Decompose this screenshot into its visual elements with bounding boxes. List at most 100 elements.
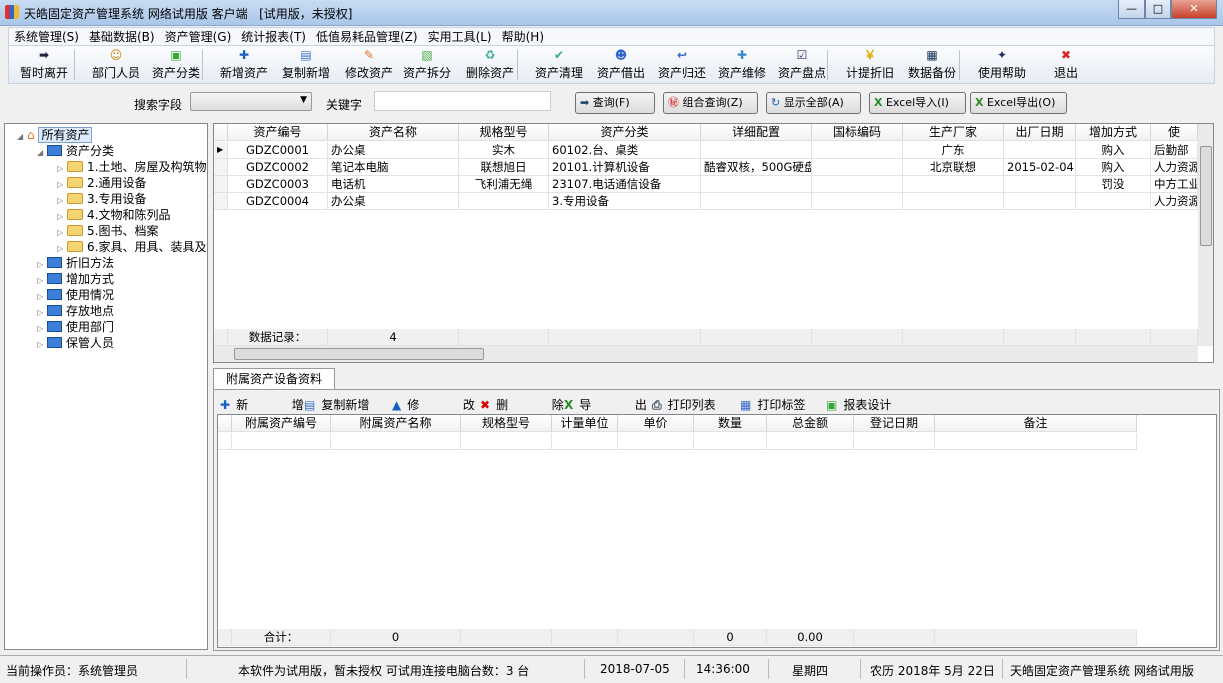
attached-action-report-design[interactable]: ▣ 报表设计 [826, 396, 891, 413]
close-icon: ✖ [1060, 48, 1072, 62]
card-icon [47, 337, 62, 348]
toolbar-separator [74, 50, 75, 80]
toolbar-button-edit[interactable]: ✎ 修改资产 [338, 48, 400, 81]
toolbar-button-money[interactable]: ￥ 计提折旧 [839, 48, 901, 81]
tree-node-category-child[interactable]: ▷ 1.土地、房屋及构筑物 [57, 159, 206, 175]
column-header[interactable]: 出厂日期 [1004, 124, 1076, 141]
status-lunar: 农历 2018年 5月 22日 [870, 664, 995, 678]
table-row[interactable]: ▶ GDZC0001 办公桌 实木 60102.台、桌类 广东 购入 后勤部 [214, 142, 1198, 159]
table-row-empty[interactable] [218, 433, 1137, 450]
attached-action-label-print[interactable]: ▦ 打印标签 [740, 396, 805, 413]
row-indicator: ▶ [214, 142, 228, 159]
column-header[interactable]: 附属资产名称 [331, 415, 461, 432]
row-indicator [214, 176, 228, 193]
table-cell: 后勤部 [1151, 142, 1198, 159]
table-footer[interactable]: 合计： 0 0 0.00 [218, 629, 1137, 646]
tree-node-3[interactable]: ▷ 存放地点 [37, 303, 114, 319]
table-row[interactable]: GDZC0002 笔记本电脑 联想旭日 20101.计算机设备 酷睿双核，500G硬盘 北… [214, 159, 1198, 176]
minimize-button[interactable]: — [1118, 0, 1145, 19]
attached-action-delete-x[interactable]: ✖ 删 除 [480, 396, 576, 413]
attached-action-copy[interactable]: ▤ 复制新增 [304, 396, 369, 413]
toolbar-button-lend[interactable]: ☻ 资产借出 [590, 48, 652, 81]
excel-export-button[interactable]: X Excel导出(O) [970, 92, 1067, 114]
tree-node-category-child[interactable]: ▷ 2.通用设备 [57, 175, 146, 191]
column-header[interactable]: 附属资产编号 [232, 415, 331, 432]
toolbar-button-help-book[interactable]: ✦ 使用帮助 [971, 48, 1033, 81]
horizontal-scrollbar[interactable] [214, 346, 1198, 362]
column-header[interactable]: 单价 [618, 415, 694, 432]
table-row[interactable]: GDZC0004 办公桌 3.专用设备 人力资源 [214, 193, 1198, 210]
attached-action-plus[interactable]: ✚ 新 增 [220, 396, 316, 413]
column-header[interactable]: 增加方式 [1076, 124, 1151, 141]
column-header[interactable]: 资产编号 [228, 124, 328, 141]
column-header[interactable]: 资产名称 [328, 124, 459, 141]
column-header[interactable]: 备注 [935, 415, 1137, 432]
show-all-button[interactable]: ↻ 显示全部(A) [766, 92, 861, 114]
tree-node-category-child[interactable]: ▷ 5.图书、档案 [57, 223, 158, 239]
menu-item[interactable]: 实用工具(L) [423, 28, 497, 45]
column-header[interactable]: 国标编码 [812, 124, 903, 141]
column-header[interactable]: 详细配置 [701, 124, 812, 141]
tree-node-5[interactable]: ▷ 保管人员 [37, 335, 114, 351]
tree-node-category-child[interactable]: ▷ 4.文物和陈列品 [57, 207, 170, 223]
toolbar-button-checkbox[interactable]: ☑ 资产盘点 [771, 48, 833, 81]
column-header[interactable]: 资产分类 [549, 124, 701, 141]
tree-node-asset-category[interactable]: ◢ 资产分类 [37, 143, 114, 159]
table-cell: 2015-02-04 [1004, 159, 1076, 176]
toolbar-button-people[interactable]: ☺ 部门人员 [85, 48, 147, 81]
search-field-select[interactable]: ▼ [190, 92, 312, 111]
menu-item[interactable]: 低值易耗品管理(Z) [311, 28, 423, 45]
query-button[interactable]: ➡ 查询(F) [575, 92, 655, 114]
chevron-down-icon: ▼ [300, 95, 307, 105]
tree-node-category-child[interactable]: ▷ 6.家具、用具、装具及 [57, 239, 206, 255]
tree-node-all-assets[interactable]: ◢ ⌂ 所有资产 [17, 127, 93, 143]
column-header[interactable]: 总金额 [767, 415, 854, 432]
search-field-label: 搜索字段 [134, 98, 183, 112]
tree-node-1[interactable]: ▷ 增加方式 [37, 271, 114, 287]
excel-import-button[interactable]: X Excel导入(I) [869, 92, 966, 114]
attached-action-excel[interactable]: X导 出 [564, 396, 659, 413]
menu-item[interactable]: 系统管理(S) [9, 28, 84, 45]
tree-node-2[interactable]: ▷ 使用情况 [37, 287, 114, 303]
attached-action-printer[interactable]: ⎙ 打印列表 [652, 396, 716, 413]
toolbar-button-plus[interactable]: ✚ 新增资产 [213, 48, 275, 81]
toolbar-button-save[interactable]: ▦ 数据备份 [901, 48, 963, 81]
maximize-button[interactable]: □ [1145, 0, 1171, 19]
tree-node-category-child[interactable]: ▷ 3.专用设备 [57, 191, 146, 207]
close-button[interactable]: ✕ [1171, 0, 1217, 19]
menu-item[interactable]: 资产管理(G) [160, 28, 237, 45]
column-header[interactable]: 使 [1151, 124, 1198, 141]
tree-node-4[interactable]: ▷ 使用部门 [37, 319, 114, 335]
menu-item[interactable]: 基础数据(B) [84, 28, 160, 45]
title-bar: 天皓固定资产管理系统 网络试用版 客户端 [试用版，未授权] — □ ✕ [0, 0, 1223, 26]
toolbar-button-split[interactable]: ▧ 资产拆分 [396, 48, 458, 81]
toolbar-button-clean[interactable]: ✔ 资产清理 [528, 48, 590, 81]
toolbar-button-category[interactable]: ▣ 资产分类 [145, 48, 207, 81]
menu-item[interactable]: 帮助(H) [497, 28, 549, 45]
toolbar-button-recycle[interactable]: ♻ 删除资产 [459, 48, 521, 81]
combined-query-button[interactable]: ㊙ 组合查询(Z) [663, 92, 758, 114]
column-header[interactable]: 登记日期 [854, 415, 935, 432]
card-icon [47, 273, 62, 284]
attached-action-triangle-up[interactable]: ▲ 修 改 [392, 396, 487, 413]
tree-node-0[interactable]: ▷ 折旧方法 [37, 255, 114, 271]
vertical-scrollbar[interactable] [1198, 124, 1213, 346]
menu-item[interactable]: 统计报表(T) [236, 28, 311, 45]
toolbar-button-close[interactable]: ✖ 退出 [1041, 48, 1091, 81]
column-header[interactable]: 规格型号 [459, 124, 549, 141]
column-header[interactable]: 生产厂家 [903, 124, 1004, 141]
toolbar-button-copy[interactable]: ▤ 复制新增 [275, 48, 337, 81]
keyword-input[interactable] [374, 91, 551, 111]
column-header[interactable]: 计量单位 [552, 415, 618, 432]
toolbar-separator [517, 50, 518, 80]
toolbar-button-repair[interactable]: ✚ 资产维修 [711, 48, 773, 81]
toolbar-button-return[interactable]: ↩ 资产归还 [651, 48, 713, 81]
table-cell: 笔记本电脑 [328, 159, 459, 176]
column-header[interactable]: 规格型号 [461, 415, 552, 432]
asset-tree[interactable]: ◢ ⌂ 所有资产 ◢ 资产分类 ▷ 1.土地、房屋及构筑物 ▷ 2.通用设备 ▷ 3.专用设备… [4, 123, 208, 650]
tab-attached-equipment[interactable]: 附属资产设备资料 [213, 368, 335, 390]
table-footer[interactable]: 数据记录： 4 [214, 329, 1198, 346]
column-header[interactable]: 数量 [694, 415, 767, 432]
toolbar-button-exit-arrow[interactable]: ➡ 暂时离开 [13, 48, 75, 81]
table-row[interactable]: GDZC0003 电话机 飞利浦无绳 23107.电话通信设备 罚没 中方工业 [214, 176, 1198, 193]
